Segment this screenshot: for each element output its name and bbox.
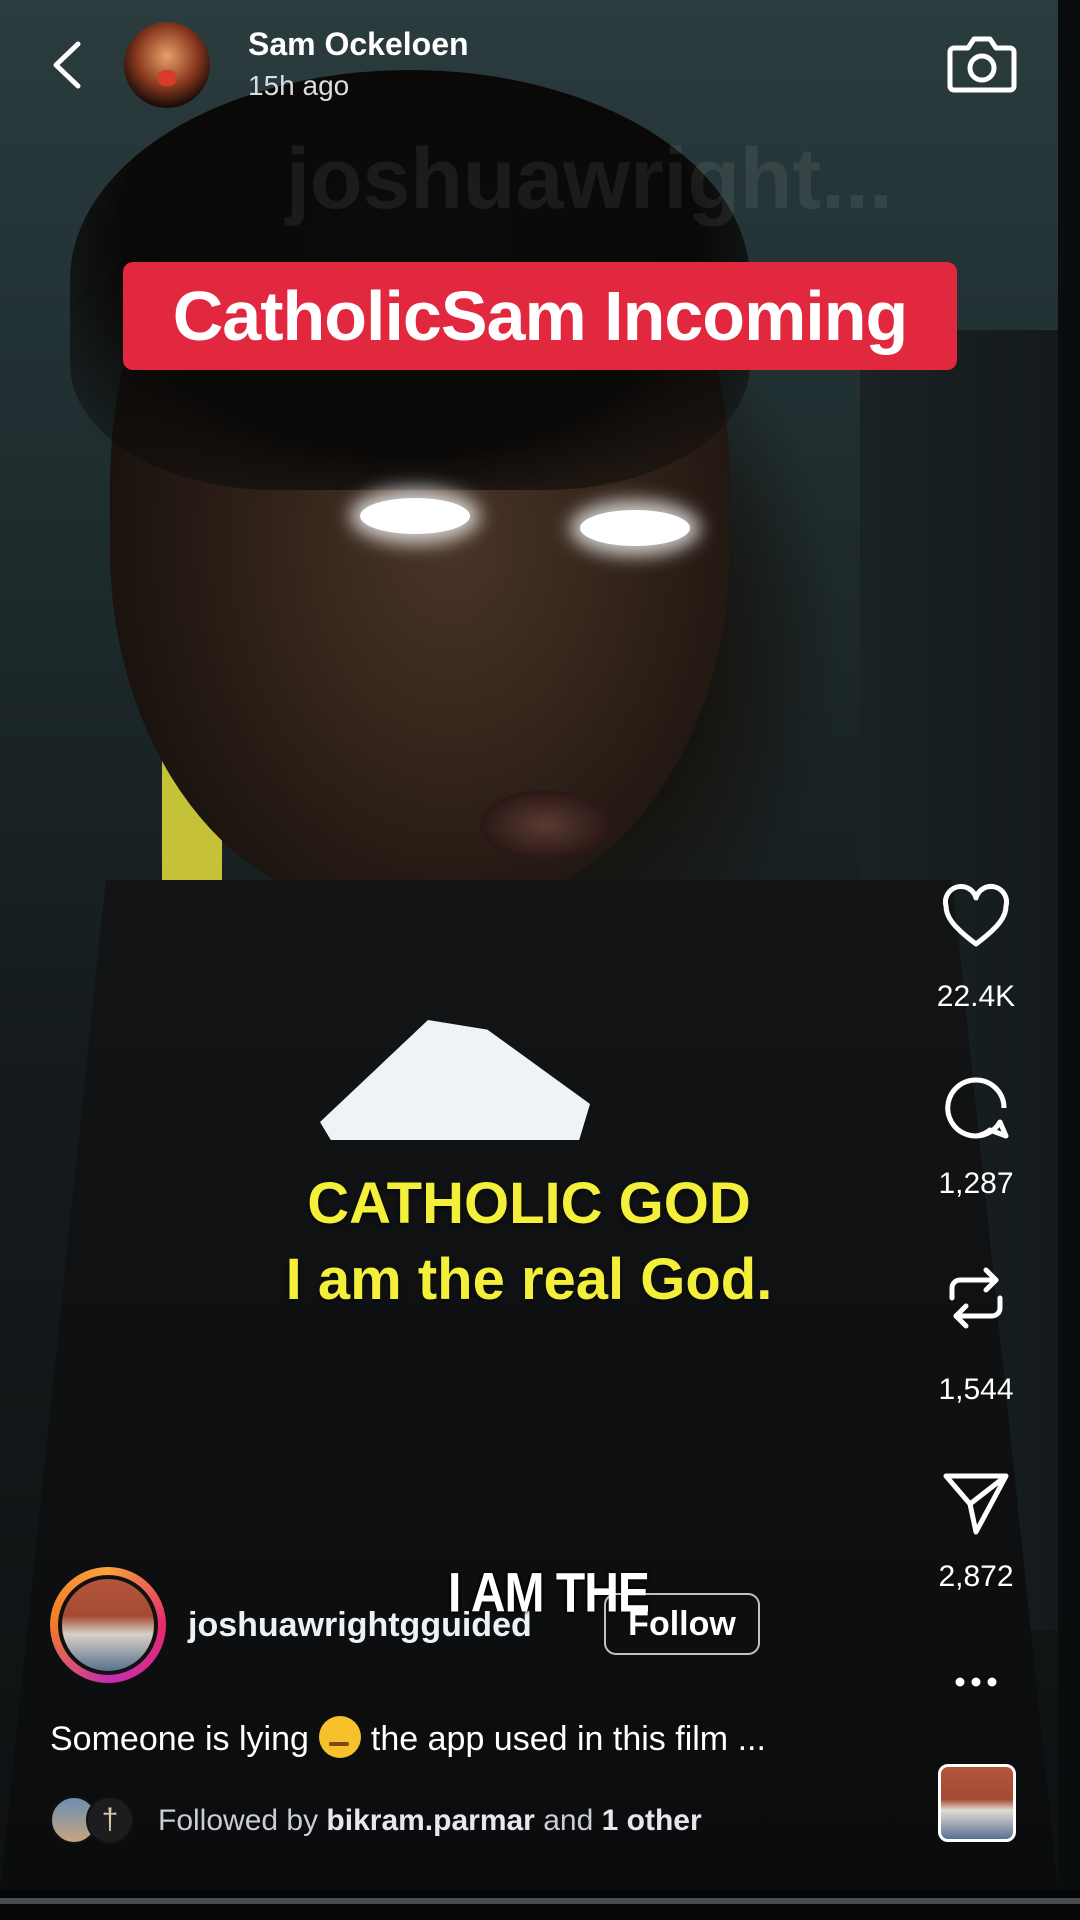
followed-by-prefix: Followed by [158,1804,319,1837]
comment-button[interactable] [940,1072,1012,1144]
caption-text-end: the app used in this film ... [370,1720,766,1758]
video-caption-line2: I am the real God. [285,1247,773,1312]
shares-count: 2,872 [938,1560,1014,1593]
followed-by-rest[interactable]: 1 other [602,1804,702,1837]
camera-icon [947,36,1017,93]
poster-avatar[interactable] [58,1575,158,1675]
author-username[interactable]: Sam Ockeloen [248,26,469,63]
followed-by-user[interactable]: bikram.parmar [326,1804,534,1837]
right-edge [1058,0,1080,1920]
audio-thumbnail[interactable] [938,1764,1016,1842]
glowing-eye-right [580,510,690,546]
glowing-eye-left [360,498,470,534]
followed-by-and: and [543,1804,594,1837]
back-button[interactable] [46,38,90,92]
bottom-bar [0,1890,1080,1920]
title-banner-text: CatholicSam Incoming [172,277,909,355]
comments-count: 1,287 [938,1167,1014,1200]
chevron-left-icon [53,41,81,89]
thinking-face-emoji-icon [318,1716,361,1758]
like-button[interactable] [940,882,1012,954]
video-watermark: joshuawright... [286,131,893,227]
repost-icon [949,1267,1003,1329]
more-options-button[interactable] [952,1664,1000,1700]
share-button[interactable] [940,1466,1012,1538]
likes-count: 22.4K [936,980,1016,1013]
progress-track [0,1898,1080,1904]
camera-button[interactable] [946,30,1018,96]
person-mouth [480,790,610,860]
post-time: 15h ago [248,70,350,101]
cross-icon: † [86,1796,134,1844]
more-icon [955,1677,997,1687]
reposts-count: 1,544 [938,1373,1014,1406]
comment-icon [945,1077,1009,1139]
title-banner: CatholicSam Incoming [123,262,957,370]
caption-text-start: Someone is lying [50,1720,309,1758]
follow-button[interactable]: Follow [604,1593,760,1655]
heart-icon [942,884,1010,947]
post-caption[interactable]: Someone is lying the app used in this fil… [50,1716,766,1759]
followed-by-avatars: † [50,1796,140,1844]
followed-by-text[interactable]: Followed by bikram.parmar and 1 other [158,1804,702,1838]
author-avatar[interactable] [124,22,210,108]
repost-button[interactable] [940,1262,1012,1334]
sacred-heart-icon [158,70,176,86]
share-icon [943,1473,1009,1535]
